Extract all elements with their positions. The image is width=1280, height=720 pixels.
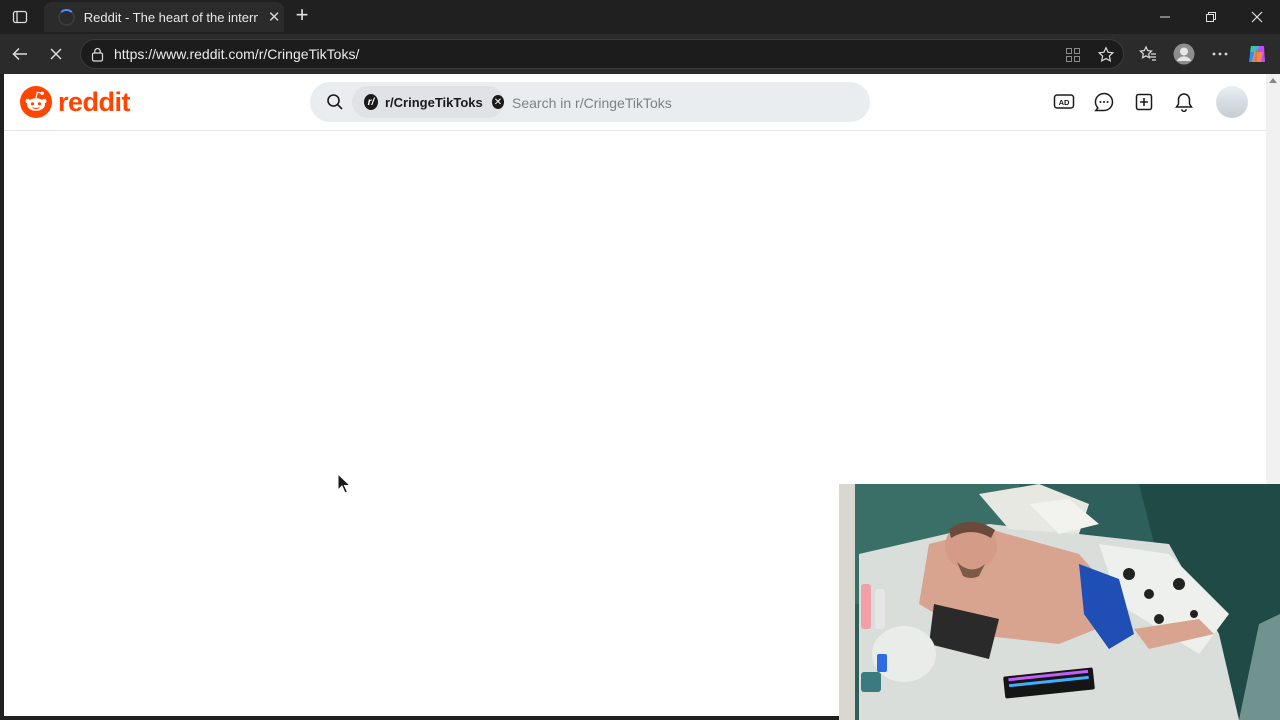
close-window-button[interactable] <box>1234 0 1280 34</box>
scroll-up-arrow-icon[interactable] <box>1269 78 1277 83</box>
stop-loading-icon <box>50 48 62 60</box>
favorite-star-icon[interactable] <box>1097 46 1115 64</box>
copilot-icon <box>1249 46 1265 62</box>
more-icon <box>1212 52 1228 56</box>
notifications-button[interactable] <box>1170 88 1198 116</box>
advertise-icon: AD <box>1053 94 1075 109</box>
address-bar[interactable]: https://www.reddit.com/r/CringeTikToks/ <box>80 39 1124 69</box>
chat-icon <box>1094 92 1114 112</box>
create-post-icon <box>1135 93 1153 111</box>
restore-icon <box>1206 12 1216 22</box>
browser-titlebar: Reddit - The heart of the internet ✕ + <box>0 0 1280 34</box>
reddit-header: reddit r/ r/CringeTikToks ✕ AD <box>4 74 1266 131</box>
tab-actions-icon[interactable] <box>8 5 32 29</box>
remove-chip-icon[interactable]: ✕ <box>491 95 504 109</box>
reddit-logo[interactable]: reddit <box>20 85 131 119</box>
app-available-icon[interactable] <box>1065 47 1081 63</box>
close-icon <box>1251 11 1263 23</box>
profile-icon <box>1173 43 1195 65</box>
reddit-wordmark: reddit <box>58 86 131 117</box>
notifications-icon <box>1175 93 1193 112</box>
browser-tab-reddit[interactable]: Reddit - The heart of the internet ✕ <box>44 2 284 32</box>
subreddit-icon: r/ <box>364 94 378 110</box>
search-bar[interactable]: r/ r/CringeTikToks ✕ <box>310 82 870 122</box>
new-tab-button[interactable]: + <box>289 3 315 29</box>
back-icon <box>12 47 27 61</box>
settings-more-button[interactable] <box>1206 40 1234 68</box>
browser-toolbar: https://www.reddit.com/r/CringeTikToks/ <box>0 34 1280 74</box>
search-icon <box>327 94 343 110</box>
advertise-button[interactable]: AD <box>1050 88 1078 116</box>
minimize-button[interactable] <box>1142 0 1188 34</box>
mouse-cursor <box>337 472 352 500</box>
copilot-button[interactable] <box>1243 40 1271 68</box>
community-chip-label: r/CringeTikToks <box>384 94 483 110</box>
favorites-icon <box>1139 45 1156 61</box>
webcam-feed-image <box>839 484 1280 720</box>
favorites-button[interactable] <box>1134 40 1162 68</box>
user-avatar[interactable] <box>1216 86 1248 118</box>
stop-loading-button[interactable] <box>42 40 70 68</box>
svg-text:AD: AD <box>1059 98 1070 107</box>
community-search-chip[interactable]: r/ r/CringeTikToks ✕ <box>352 86 504 118</box>
profile-button[interactable] <box>1170 40 1198 68</box>
restore-button[interactable] <box>1188 0 1234 34</box>
tab-title: Reddit - The heart of the internet <box>83 9 259 25</box>
back-button[interactable] <box>6 40 34 68</box>
search-input[interactable] <box>510 86 854 120</box>
chat-button[interactable] <box>1090 88 1118 116</box>
tab-close-icon[interactable]: ✕ <box>264 8 284 26</box>
loading-spinner-icon <box>58 8 75 26</box>
webcam-overlay <box>839 484 1280 720</box>
reddit-snoo-icon <box>20 86 52 118</box>
minimize-icon <box>1160 16 1170 18</box>
create-post-button[interactable] <box>1130 88 1158 116</box>
site-info-icon[interactable] <box>91 47 104 62</box>
url-text: https://www.reddit.com/r/CringeTikToks/ <box>114 46 360 62</box>
